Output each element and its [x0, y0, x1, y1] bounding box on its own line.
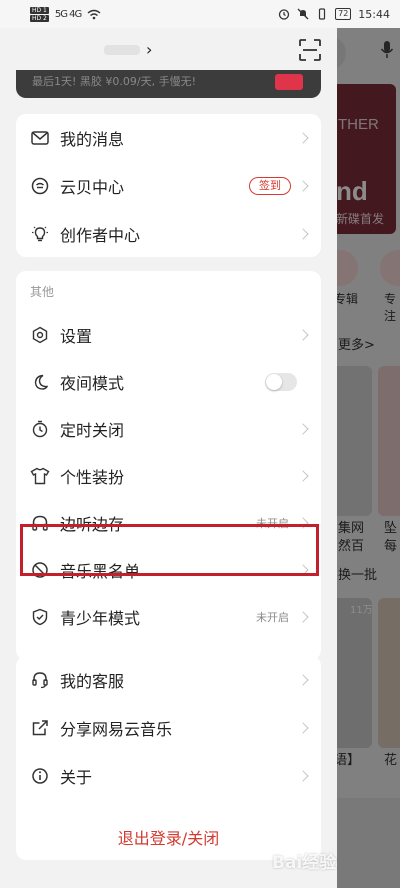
menu-item-night-mode[interactable]: 夜间模式 [16, 358, 321, 405]
chevron-right-icon [297, 328, 309, 341]
chevron-right-icon: › [146, 40, 153, 59]
menu-item-cloud-coin[interactable]: 云贝中心 签到 [16, 162, 321, 209]
night-mode-toggle[interactable] [265, 372, 297, 391]
menu-item-settings[interactable]: 设置 [16, 311, 321, 358]
cloud-coin-icon [30, 176, 50, 196]
sim-indicator: HD 1 HD 2 [30, 6, 49, 22]
menu-item-creator-center[interactable]: 创作者中心 [16, 210, 321, 257]
wifi-icon [87, 9, 101, 20]
menu-item-share[interactable]: 分享网易云音乐 [16, 704, 321, 751]
chevron-right-icon [297, 610, 309, 623]
status-bar: HD 1 HD 2 5G 4G 72 15:44 [0, 0, 400, 28]
highlight-box [20, 524, 319, 576]
sign-in-button[interactable]: 签到 [249, 176, 291, 195]
side-drawer: › 最后1天! 黑胶 ¥0.09/天, 手慢无! 我的消息 云贝中心 签到 创作… [0, 28, 337, 888]
tshirt-icon [30, 466, 50, 486]
section-title-other: 其他 [30, 285, 55, 299]
chevron-right-icon [297, 227, 309, 240]
username-redacted [104, 44, 140, 55]
chevron-right-icon [297, 673, 309, 686]
menu-item-sleep-timer[interactable]: 定时关闭 [16, 405, 321, 452]
watermark: Bai经验 [272, 853, 337, 873]
timer-icon [30, 419, 50, 439]
signal-icon: 5G 4G [54, 8, 82, 20]
shield-icon [30, 607, 50, 627]
menu-item-about[interactable]: 关于 [16, 752, 321, 799]
user-profile-link[interactable]: › [104, 40, 152, 59]
drawer-header: › [0, 28, 337, 72]
chevron-right-icon [297, 179, 309, 192]
menu-item-customer-service[interactable]: 我的客服 [16, 656, 321, 703]
chevron-right-icon [297, 721, 309, 734]
mute-icon [297, 8, 309, 20]
chevron-right-icon [297, 422, 309, 435]
alarm-icon [278, 8, 290, 20]
menu-item-personalize[interactable]: 个性装扮 [16, 452, 321, 499]
settings-icon [30, 325, 50, 345]
headset-icon [30, 670, 50, 690]
menu-card-main: 我的消息 云贝中心 签到 创作者中心 [16, 114, 321, 257]
mail-icon [30, 128, 50, 148]
toggle-knob [266, 373, 282, 390]
vip-promo-banner[interactable]: 最后1天! 黑胶 ¥0.09/天, 手慢无! [16, 70, 321, 98]
vip-promo-text: 最后1天! 黑胶 ¥0.09/天, 手慢无! [32, 75, 197, 88]
vip-badge [275, 74, 303, 90]
menu-item-youth-mode[interactable]: 青少年模式 未开启 [16, 593, 321, 640]
menu-card-service: 我的客服 分享网易云音乐 关于 [16, 656, 321, 833]
battery-indicator: 72 [335, 8, 352, 20]
share-icon [30, 718, 50, 738]
youth-mode-status: 未开启 [256, 610, 289, 624]
chevron-right-icon [297, 469, 309, 482]
clock: 15:44 [358, 7, 390, 21]
chevron-right-icon [297, 131, 309, 144]
chevron-right-icon [297, 769, 309, 782]
moon-icon [30, 372, 50, 392]
menu-card-other: 其他 设置 夜间模式 定时关闭 个性装扮 边听边存 未开启 音乐黑名单 青少年模… [16, 271, 321, 660]
scan-icon[interactable] [298, 38, 322, 62]
vibrate-icon [316, 8, 328, 20]
info-icon [30, 766, 50, 786]
lightbulb-icon [30, 224, 50, 244]
menu-item-messages[interactable]: 我的消息 [16, 114, 321, 161]
